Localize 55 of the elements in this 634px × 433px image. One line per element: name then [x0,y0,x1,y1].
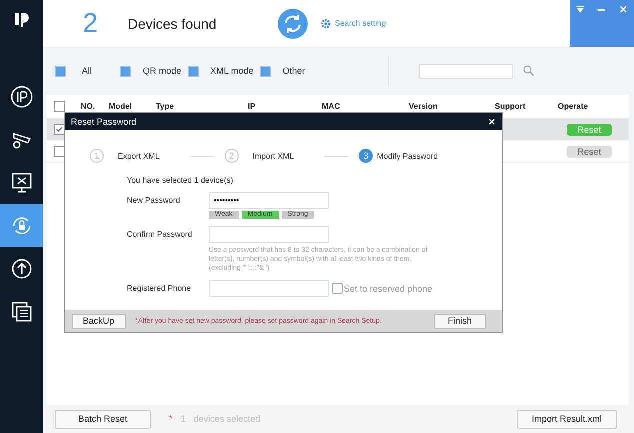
step-label: Import XML [252,152,294,160]
step-number: 3 [359,149,374,163]
required-mark: * [169,414,173,424]
column-header: NO. [81,102,96,111]
filter-label: QR mode [143,66,182,76]
step-number: 1 [90,149,104,163]
column-header: Operate [558,102,588,111]
row-checkbox[interactable] [54,146,65,157]
backup-button[interactable]: BackUp [72,314,126,328]
tools-monitor-icon [10,170,34,194]
filter-checkbox[interactable] [55,66,66,76]
row-checkbox[interactable] [54,124,65,135]
device-count: 2 [83,8,100,39]
reset-button[interactable]: Reset [567,146,612,158]
column-header: Version [409,102,439,111]
filter-checkbox[interactable] [120,66,132,76]
batch-reset-button[interactable]: Batch Reset [55,410,151,428]
step-label: Export XML [118,152,160,160]
filter-checkbox[interactable] [260,66,271,76]
filter-label: Other [282,66,306,76]
reserved-phone-label: Set to reserved phone [344,284,433,294]
field-label: New Password [127,196,182,205]
field-label: Confirm Password [127,230,194,239]
dropdown-icon[interactable] [576,5,586,14]
reserved-phone-checkbox[interactable] [332,283,343,294]
upload-icon [10,256,34,280]
column-header: MAC [322,102,342,111]
filter-label: All [82,66,92,76]
column-header: Type [156,102,176,111]
filter-checkbox[interactable] [188,66,199,76]
ip-icon [10,84,34,108]
close-icon[interactable] [488,118,496,126]
selected-devices-text: devices selected [194,414,260,424]
column-header: Support [495,102,527,111]
settings-icon [320,18,332,30]
step-label: Modify Password [377,152,438,160]
devices-found-title: Devices found [128,16,218,32]
dialog-title: Reset Password [71,116,137,126]
filter-label: XML mode [210,66,254,76]
finish-button[interactable]: Finish [434,314,486,328]
select-all-checkbox[interactable] [54,101,65,112]
field-label: Registered Phone [127,284,192,293]
confirm-password-field[interactable] [209,226,329,243]
import-result-button[interactable]: Import Result.xml [516,410,617,428]
new-password-field[interactable]: ••••••••• [209,192,329,209]
step-number: 2 [224,149,239,163]
column-header: Model [109,102,134,111]
column-header: IP [248,102,257,111]
selection-note: You have selected 1 device(s) [127,176,234,185]
phone-field[interactable] [209,280,329,297]
windows-icon [10,300,34,324]
refresh-button[interactable] [278,8,308,38]
search-field[interactable] [419,64,513,78]
search-icon[interactable] [523,65,535,77]
selected-count: 1 [180,414,186,424]
